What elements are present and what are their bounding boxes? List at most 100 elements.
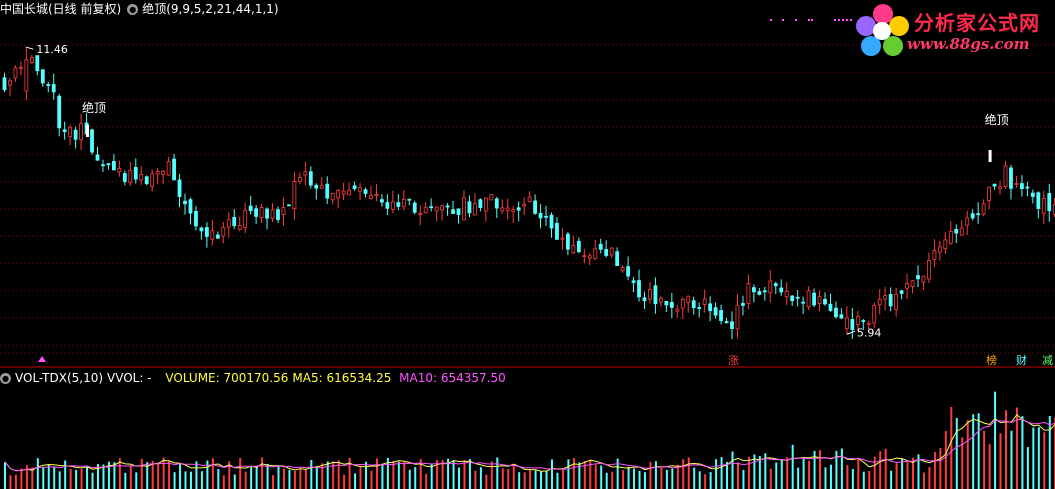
candle — [467, 201, 472, 214]
candle — [642, 297, 647, 302]
volume-bar — [315, 466, 318, 489]
candle — [1025, 186, 1030, 189]
volume-bar — [261, 457, 264, 489]
candle — [19, 66, 23, 69]
candle — [270, 209, 275, 219]
candle — [1009, 167, 1013, 189]
volume-bar — [999, 433, 1002, 489]
volume-bar — [468, 459, 471, 489]
candle — [139, 174, 144, 181]
candle — [166, 161, 171, 176]
volume-bar — [14, 474, 17, 489]
volume-bar — [808, 460, 811, 489]
candle — [981, 203, 986, 215]
candlestick-chart[interactable]: 11.465.94绝顶绝顶涨榜财减 — [0, 0, 1055, 489]
volume-bar — [994, 391, 997, 489]
volume-bar — [168, 461, 171, 489]
candle — [330, 193, 335, 201]
candle — [844, 317, 849, 329]
vol-indicator-name: VOL-TDX(5,10) — [15, 371, 104, 385]
indicator-dot — [842, 19, 844, 21]
candle — [473, 203, 477, 216]
volume-bar — [474, 470, 477, 489]
candle — [943, 239, 948, 249]
volume-bar — [665, 469, 668, 489]
volume-bar — [726, 461, 729, 489]
candle — [150, 173, 155, 188]
candle — [144, 176, 149, 185]
candle — [927, 259, 931, 280]
settings-circle-icon[interactable]: ● — [0, 373, 11, 384]
candle — [79, 123, 83, 141]
candle — [13, 67, 18, 79]
volume-bar — [622, 470, 625, 489]
candle — [877, 298, 882, 306]
candle — [303, 171, 308, 176]
volume-bar — [135, 472, 138, 489]
candle — [494, 198, 499, 209]
candle — [762, 290, 767, 293]
candle — [648, 289, 652, 300]
high-price-label: 11.46 — [36, 43, 68, 56]
volume-bar — [1032, 427, 1035, 489]
candle — [965, 217, 970, 226]
candle — [363, 189, 368, 194]
volume-bar — [895, 463, 898, 489]
volume-bar — [250, 465, 253, 489]
indicator-label: 绝顶(9,9,5,2,21,44,1,1) — [142, 2, 279, 16]
candle — [177, 179, 182, 197]
candle — [62, 129, 67, 133]
volume-bar — [556, 472, 559, 489]
volume-bar — [86, 465, 89, 489]
volume-bar — [600, 465, 603, 489]
candle — [456, 208, 461, 216]
candle — [51, 84, 56, 93]
volume-bar — [747, 456, 750, 489]
candle — [828, 303, 833, 311]
volume-bar — [802, 458, 805, 489]
candle — [254, 208, 259, 217]
volume-bar — [403, 461, 406, 489]
volume-bar — [53, 466, 56, 489]
candle — [522, 204, 527, 207]
candle — [593, 248, 598, 259]
volume-bar — [512, 465, 515, 489]
candle — [347, 189, 352, 196]
candle — [872, 305, 877, 324]
volume-bar — [140, 458, 143, 489]
stock-title: 中国长城(日线 前复权) — [0, 2, 122, 16]
bottom-tag: 财 — [1016, 353, 1027, 367]
volume-bar — [873, 456, 876, 489]
volume-bar — [304, 469, 307, 489]
volume-bar — [463, 460, 466, 489]
low-price-label: 5.94 — [857, 326, 882, 339]
volume-bar — [857, 458, 860, 489]
volume-bar — [189, 471, 192, 489]
volume-bar — [966, 420, 969, 489]
candle — [188, 199, 193, 214]
volume-bar — [452, 460, 455, 489]
volume-bar — [507, 468, 510, 489]
candle — [702, 298, 707, 305]
volume-bar — [47, 464, 50, 489]
low-pointer — [846, 330, 856, 335]
volume-bar — [950, 406, 953, 489]
volume-bar — [851, 468, 854, 489]
candle — [292, 181, 297, 210]
candle — [401, 198, 406, 208]
candle — [719, 310, 723, 322]
candle — [899, 290, 904, 294]
candle — [757, 291, 762, 295]
candle — [959, 227, 964, 236]
volume-bar — [1037, 427, 1040, 489]
volume-bar — [430, 463, 433, 489]
candle — [954, 228, 959, 234]
volume-bar — [654, 461, 657, 489]
volume-bar — [397, 461, 400, 489]
candle — [210, 230, 215, 240]
volume-bar — [157, 462, 160, 489]
volume-bar — [534, 470, 537, 489]
settings-circle-icon[interactable]: ● — [127, 4, 139, 15]
volume-bar — [594, 464, 597, 489]
candle — [259, 206, 264, 218]
